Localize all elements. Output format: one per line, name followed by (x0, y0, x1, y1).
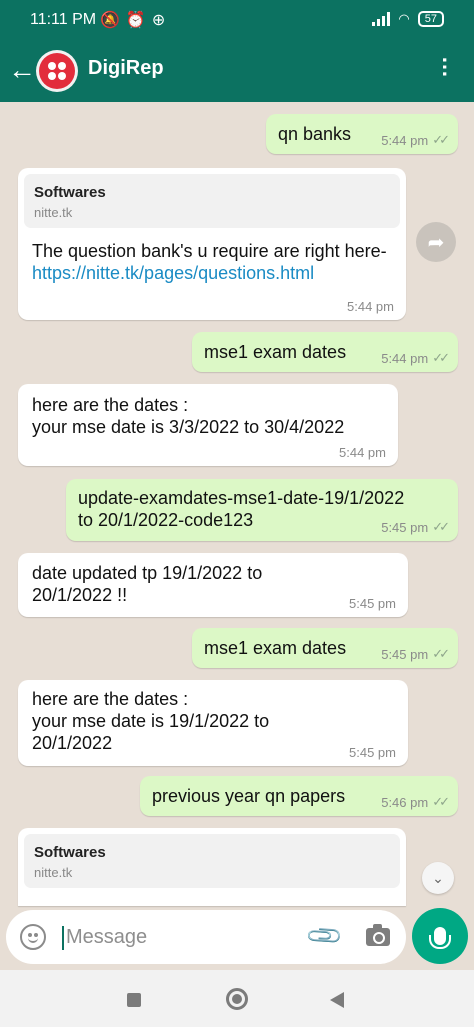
system-nav-bar (0, 970, 474, 1027)
message-outgoing[interactable]: mse1 exam dates 5:45 pm ✓✓ (192, 628, 458, 668)
message-incoming[interactable]: Softwares nitte.tk The question bank's u… (18, 168, 406, 320)
double-check-icon: ✓✓ (432, 132, 450, 147)
microphone-icon (429, 927, 451, 949)
message-text: update-examdates-mse1-date-19/1/2022 to … (78, 488, 405, 530)
link-preview[interactable]: Softwares nitte.tk (24, 834, 400, 888)
status-time: 11:11 PM (30, 11, 97, 28)
message-time: 5:44 pm (339, 445, 386, 460)
status-bar: 11:11 PM 🔕⏰⊕ ◠ 57 (0, 0, 474, 40)
add-circle-icon: ⊕ (151, 12, 172, 29)
double-check-icon: ✓✓ (432, 646, 450, 661)
alarm-icon: ⏰ (125, 12, 152, 29)
message-input[interactable] (66, 922, 296, 952)
avatar[interactable] (36, 50, 78, 92)
message-incoming[interactable]: date updated tp 19/1/2022 to 20/1/2022 !… (18, 553, 408, 617)
message-outgoing[interactable]: mse1 exam dates 5:44 pm ✓✓ (192, 332, 458, 372)
back-arrow-icon[interactable]: ← (8, 54, 36, 86)
forward-icon[interactable]: ➦ (416, 222, 456, 262)
message-time: 5:44 pm (347, 299, 394, 314)
message-time: 5:45 pm (349, 745, 396, 760)
message-text: The question bank's u require are right … (32, 241, 387, 261)
recents-icon[interactable] (127, 993, 141, 1007)
nav-back-icon[interactable] (330, 992, 344, 1008)
message-time: 5:45 pm (381, 646, 429, 662)
emoji-icon[interactable] (20, 924, 46, 950)
camera-icon[interactable] (366, 924, 390, 946)
double-check-icon: ✓✓ (432, 794, 450, 809)
message-incoming[interactable]: here are the dates : your mse date is 19… (18, 680, 408, 766)
message-text: here are the dates : your mse date is 19… (32, 689, 270, 753)
link-preview-site: nitte.tk (34, 865, 73, 880)
double-check-icon: ✓✓ (432, 519, 450, 534)
mute-icon: 🔕 (100, 12, 126, 29)
message-time: 5:44 pm (381, 350, 429, 366)
signal-icon (372, 12, 391, 26)
twilio-logo-icon (39, 53, 75, 89)
battery-icon: 57 (417, 11, 444, 27)
message-time: 5:46 pm (381, 794, 429, 810)
message-time: 5:44 pm (381, 132, 429, 148)
scroll-to-bottom-button[interactable]: ⌄ (422, 862, 454, 894)
message-outgoing[interactable]: qn banks 5:44 pm ✓✓ (266, 114, 458, 154)
message-incoming[interactable]: Softwares nitte.tk (18, 828, 406, 906)
paperclip-icon[interactable]: 📎 (304, 916, 346, 958)
message-outgoing[interactable]: previous year qn papers 5:46 pm ✓✓ (140, 776, 458, 816)
message-time: 5:45 pm (381, 519, 429, 535)
home-icon[interactable] (226, 988, 248, 1010)
more-vertical-icon[interactable]: … (438, 56, 463, 78)
link-preview[interactable]: Softwares nitte.tk (24, 174, 400, 228)
double-check-icon: ✓✓ (432, 350, 450, 365)
chat-header: ← DigiRep … (0, 40, 474, 102)
message-text: mse1 exam dates (204, 638, 347, 658)
message-text: here are the dates : your mse date is 3/… (32, 395, 345, 437)
message-incoming[interactable]: here are the dates : your mse date is 3/… (18, 384, 398, 466)
message-text: mse1 exam dates (204, 342, 347, 362)
link-preview-site: nitte.tk (34, 205, 73, 220)
message-text: date updated tp 19/1/2022 to 20/1/2022 !… (32, 563, 263, 605)
chat-title[interactable]: DigiRep (88, 57, 164, 80)
wifi-icon: ◠ (398, 11, 410, 26)
message-link[interactable]: https://nitte.tk/pages/questions.html (32, 263, 314, 283)
message-outgoing[interactable]: update-examdates-mse1-date-19/1/2022 to … (66, 479, 458, 541)
message-time: 5:45 pm (349, 596, 396, 611)
link-preview-title: Softwares (34, 844, 106, 861)
link-preview-title: Softwares (34, 184, 106, 201)
text-cursor (62, 926, 64, 950)
message-composer: 📎 (6, 910, 406, 964)
mic-button[interactable] (412, 908, 468, 964)
chevron-double-down-icon: ⌄ (432, 869, 444, 886)
message-text: previous year qn papers (152, 786, 346, 806)
message-text: qn banks (278, 124, 352, 144)
